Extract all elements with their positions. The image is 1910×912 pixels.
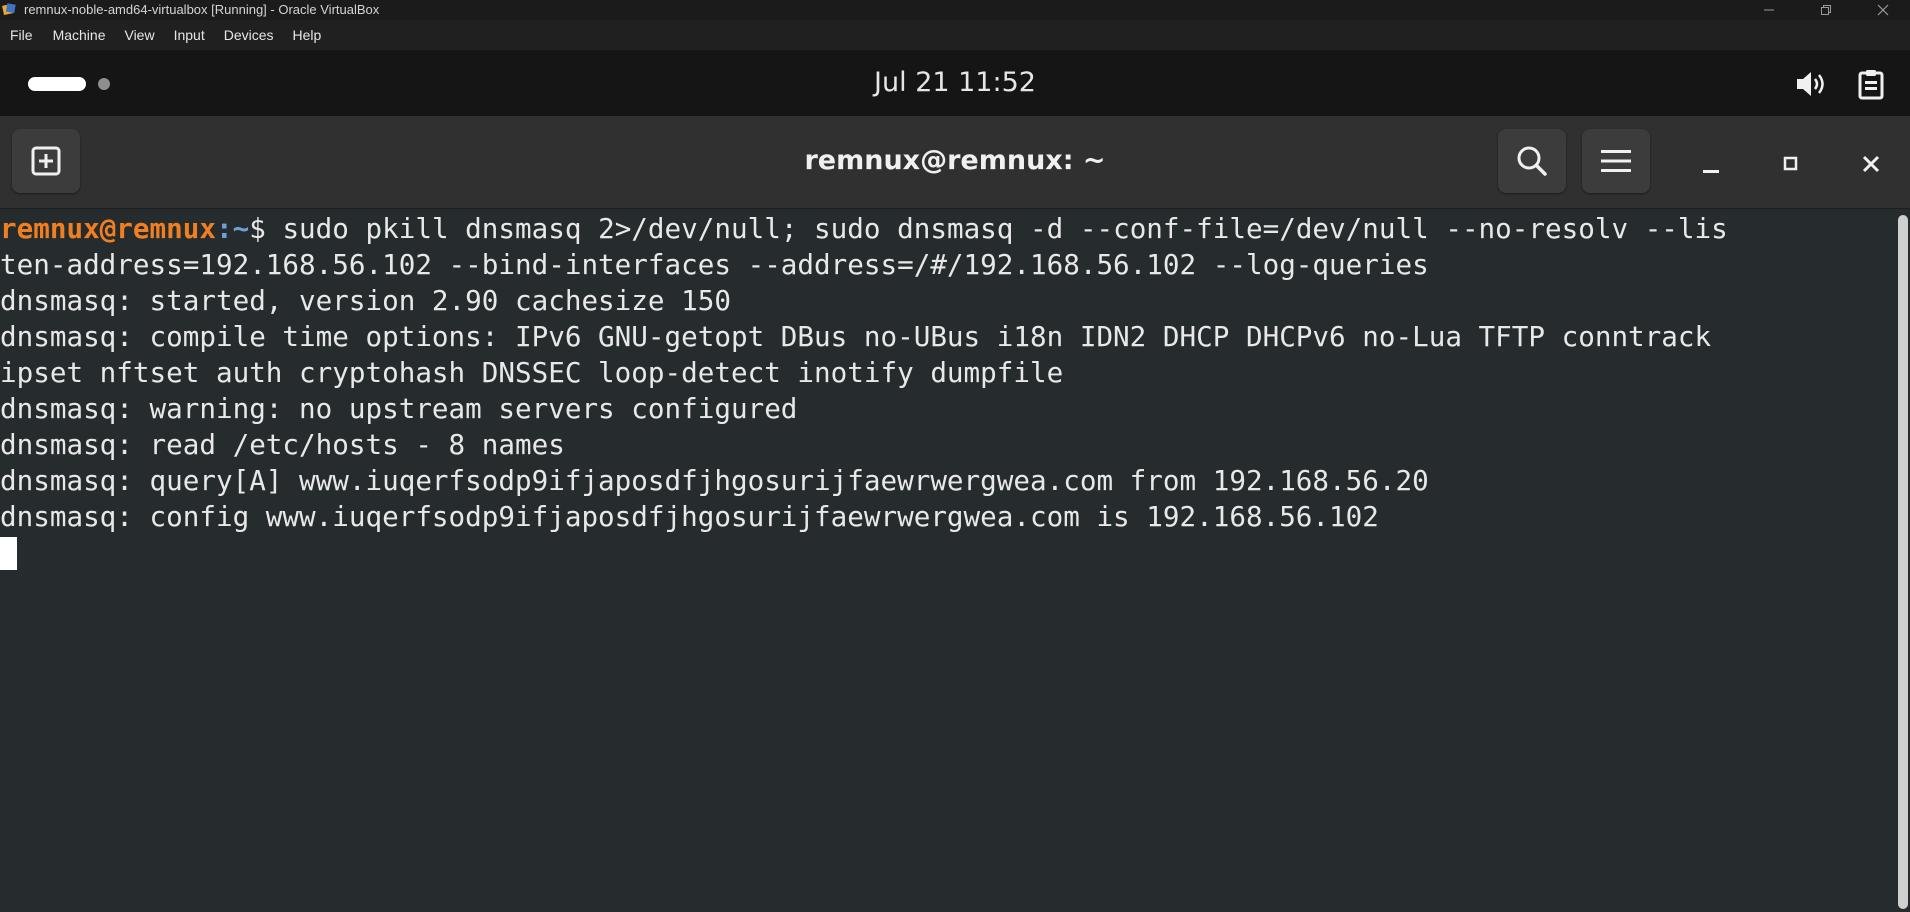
menu-input[interactable]: Input: [156, 20, 205, 50]
terminal-title: remnux@remnux: ~: [804, 145, 1106, 176]
menu-file[interactable]: File: [0, 20, 33, 50]
hamburger-icon: [1601, 150, 1631, 172]
clipboard-icon[interactable]: [1853, 67, 1889, 101]
prompt-path: :~: [215, 212, 250, 245]
output-line: ten-address=192.168.56.102 --bind-interf…: [0, 248, 1429, 281]
close-icon: [1877, 4, 1889, 16]
clock[interactable]: Jul 21 11:52: [855, 66, 1055, 100]
terminal-close-button[interactable]: [1851, 144, 1891, 184]
menu-help[interactable]: Help: [275, 20, 322, 50]
scrollbar-thumb[interactable]: [1898, 215, 1908, 909]
virtualbox-icon: [2, 3, 16, 16]
gnome-topbar: Jul 21 11:52: [0, 50, 1910, 116]
search-button[interactable]: [1498, 129, 1566, 193]
host-window-title: remnux-noble-amd64-virtualbox [Running] …: [24, 2, 380, 17]
menu-machine[interactable]: Machine: [34, 20, 106, 50]
command-text: sudo pkill dnsmasq 2>/dev/null; sudo dns…: [282, 212, 1728, 245]
output-line: dnsmasq: read /etc/hosts - 8 names: [0, 428, 565, 461]
terminal-maximize-button[interactable]: [1771, 144, 1811, 184]
terminal-minimize-button[interactable]: [1691, 144, 1731, 184]
menu-devices[interactable]: Devices: [206, 20, 274, 50]
activities-button[interactable]: [28, 77, 86, 91]
restore-button[interactable]: [1803, 0, 1849, 20]
menu-button[interactable]: [1582, 129, 1650, 193]
host-menubar: File Machine View Input Devices Help: [0, 20, 1910, 50]
new-tab-button[interactable]: [12, 129, 80, 193]
restore-icon: [1821, 5, 1831, 15]
menu-view[interactable]: View: [106, 20, 154, 50]
output-line: dnsmasq: query[A] www.iuqerfsodp9ifjapos…: [0, 464, 1429, 497]
terminal-scrollbar[interactable]: [1896, 209, 1910, 912]
search-icon: [1517, 146, 1547, 176]
minimize-icon: [1764, 9, 1774, 11]
command-line: remnux@remnux:~$ sudo pkill dnsmasq 2>/d…: [0, 211, 1728, 247]
close-icon: [1862, 155, 1880, 173]
output-line: dnsmasq: compile time options: IPv6 GNU-…: [0, 320, 1712, 353]
output-line: dnsmasq: started, version 2.90 cachesize…: [0, 284, 731, 317]
output-line: dnsmasq: config www.iuqerfsodp9ifjaposdf…: [0, 500, 1379, 533]
close-button[interactable]: [1860, 0, 1906, 20]
terminal-headerbar: remnux@remnux: ~: [0, 116, 1910, 209]
minimize-button[interactable]: [1746, 0, 1792, 20]
terminal-cursor: [0, 537, 17, 570]
output-line: ipset nftset auth cryptohash DNSSEC loop…: [0, 356, 1064, 389]
workspace-indicator[interactable]: [98, 78, 110, 90]
volume-icon[interactable]: [1793, 67, 1829, 101]
maximize-icon: [1783, 156, 1798, 171]
prompt-sign: $: [249, 212, 283, 245]
prompt-user-host: remnux@remnux: [0, 212, 216, 245]
host-titlebar: remnux-noble-amd64-virtualbox [Running] …: [0, 0, 1910, 20]
output-line: dnsmasq: warning: no upstream servers co…: [0, 392, 798, 425]
new-tab-icon: [31, 146, 61, 176]
minimize-icon: [1703, 170, 1719, 173]
terminal-output[interactable]: remnux@remnux:~$ sudo pkill dnsmasq 2>/d…: [0, 209, 1896, 912]
